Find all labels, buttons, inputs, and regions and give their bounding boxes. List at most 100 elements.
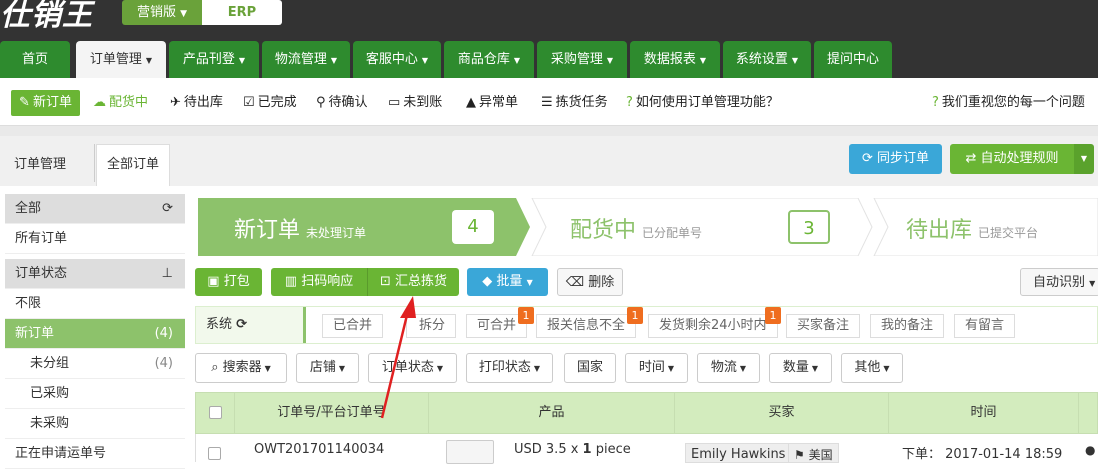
help-link[interactable]: ? 如何使用订单管理功能？ (626, 90, 779, 116)
auto-rule-label: 自动处理规则 (980, 151, 1059, 166)
refresh-icon: ⟳ (861, 151, 873, 166)
pack-button[interactable]: ▣ 打包 (195, 268, 262, 296)
dropdown-label: 时间 (638, 360, 665, 375)
step-title: 配货中 已分配单号 (570, 212, 702, 244)
searcher-dropdown[interactable]: ⌕ 搜索器 ▼ (195, 353, 287, 383)
subnav-label: 配货中 (109, 95, 149, 110)
table-row[interactable]: OWT201701140034 USD 3.5 x 1 piece Emily … (195, 434, 1098, 464)
help-label: 如何使用订单管理功能？ (635, 95, 779, 110)
sync-orders-button[interactable]: ⟳ 同步订单 (849, 144, 942, 174)
summary-picking-button[interactable]: ⊡ 汇总拣货 (367, 268, 459, 296)
nav-home[interactable]: 首页 (0, 41, 70, 78)
sidebar-item-purchased[interactable]: 已采购 (5, 379, 185, 409)
nav-label: 首页 (21, 52, 48, 67)
nav-label: 数据报表 (643, 52, 696, 67)
filter-my-note[interactable]: 我的备注 (870, 314, 945, 338)
subnav-to-ship[interactable]: ✈ 待出库 (170, 90, 223, 116)
filter-ship-24h[interactable]: 发货剩余24小时内 1 (648, 307, 781, 338)
subnav-abnormal[interactable]: ▲ 异常单 (466, 90, 518, 116)
dropdown-label: 物流 (710, 360, 737, 375)
country-dropdown[interactable]: 国家 (564, 353, 616, 383)
sidebar-item-new-order[interactable]: 新订单 (4) (5, 319, 185, 349)
dropdown-label: 搜索器 (222, 360, 262, 375)
sidebar-item-ungrouped[interactable]: 未分组 (4) (5, 349, 185, 379)
refresh-icon[interactable]: ⟳ (236, 317, 247, 332)
subnav-picking[interactable]: ☰ 拣货任务 (541, 90, 608, 116)
quantity-dropdown[interactable]: 数量 ▼ (769, 353, 832, 383)
feedback-link[interactable]: ? 我们重视您的每一个问题 (932, 90, 1098, 116)
nav-warehouse[interactable]: 商品仓库 ▼ (444, 41, 534, 78)
buyer-country: ⚑ 美国 (788, 443, 839, 463)
auto-identify-button[interactable]: 自动识别 ▼ (1020, 268, 1098, 296)
shop-dropdown[interactable]: 店铺 ▼ (296, 353, 359, 383)
filter-has-message[interactable]: 有留言 (954, 314, 1016, 338)
subnav-done[interactable]: ☑ 已完成 (243, 90, 297, 116)
subnav-new-order[interactable]: ✎ 新订单 (11, 90, 80, 116)
nav-purchasing[interactable]: 采购管理 ▼ (537, 41, 627, 78)
sidebar-item-not-purchased[interactable]: 未采购 (5, 409, 185, 439)
row-checkbox[interactable] (208, 447, 221, 460)
edition-select[interactable]: 营销版 ▼ (122, 0, 202, 25)
other-dropdown[interactable]: 其他 ▼ (841, 353, 903, 383)
nav-order-management[interactable]: 订单管理 ▼ (76, 41, 166, 78)
nav-product-listing[interactable]: 产品刊登 ▼ (169, 41, 259, 78)
delete-button[interactable]: ⌫ 删除 (557, 268, 623, 296)
product-price: USD 3.5 x 1 piece (514, 442, 631, 457)
auto-rule-dropdown[interactable]: ▼ (1074, 144, 1094, 174)
sidebar-item-unlimited[interactable]: 不限 (5, 289, 185, 319)
order-status-dropdown[interactable]: 订单状态 ▼ (368, 353, 457, 383)
select-all-cell (196, 393, 235, 433)
sidebar-item-all-orders[interactable]: 所有订单 (5, 224, 185, 254)
subnav-label: 拣货任务 (555, 95, 608, 110)
inbox-icon: ⊡ (379, 274, 391, 289)
sidebar-header-all[interactable]: 全部 ⟳ (5, 194, 185, 224)
erp-tab[interactable]: ERP (202, 0, 282, 25)
scan-response-button[interactable]: ▥ 扫码响应 (271, 268, 367, 296)
nav-logistics[interactable]: 物流管理 ▼ (262, 41, 350, 78)
logistics-dropdown[interactable]: 物流 ▼ (697, 353, 760, 383)
sidebar-label: 所有订单 (15, 231, 68, 246)
nav-settings[interactable]: 系统设置 ▼ (723, 41, 811, 78)
cloud-icon: ☁ (93, 95, 106, 110)
question-icon: ? (626, 95, 633, 110)
nav-customer-service[interactable]: 客服中心 ▼ (353, 41, 441, 78)
step-allocating[interactable]: 配货中 已分配单号 3 (532, 198, 862, 256)
tag-icon: ◆ (482, 274, 493, 289)
subnav-allocating[interactable]: ☁ 配货中 (93, 90, 148, 116)
subnav-label: 未到账 (403, 95, 443, 110)
subnav-to-confirm[interactable]: ⚲ 待确认 (316, 90, 368, 116)
order-number[interactable]: OWT201701140034 (254, 442, 384, 457)
sidebar-label: 新订单 (15, 326, 55, 341)
nav-questions[interactable]: 提问中心 (814, 41, 892, 78)
buyer-name[interactable]: Emily Hawkins (685, 443, 792, 463)
subnav-unpaid[interactable]: ▭ 未到账 (388, 90, 442, 116)
sidebar-item-applying[interactable]: 正在申请运单号 (5, 439, 185, 469)
filter-mergeable[interactable]: 可合并 1 (466, 307, 534, 338)
step-to-ship[interactable]: 待出库 已提交平台 (874, 198, 1098, 256)
chevron-down-icon: ▼ (436, 364, 444, 373)
batch-button[interactable]: ◆ 批量 ▼ (467, 268, 548, 296)
auto-rule-button[interactable]: ⇄ 自动处理规则 (950, 144, 1074, 174)
row-checkbox-cell (208, 446, 221, 461)
nav-reports[interactable]: 数据报表 ▼ (630, 41, 720, 78)
print-status-dropdown[interactable]: 打印状态 ▼ (466, 353, 553, 383)
step-new-order[interactable]: 新订单 未处理订单 4 (198, 198, 528, 256)
check-icon: ☑ (243, 95, 255, 110)
sidebar-label: 不限 (15, 296, 42, 311)
select-all-checkbox[interactable] (208, 406, 222, 419)
filter-split[interactable]: 拆分 (406, 314, 456, 338)
filter-merged[interactable]: 已合并 (322, 314, 384, 338)
sidebar-label: 未分组 (30, 356, 70, 371)
refresh-icon[interactable]: ⟳ (162, 194, 173, 224)
chevron-down-icon: ▼ (238, 56, 246, 65)
breadcrumb-parent[interactable]: 订单管理 (14, 153, 66, 172)
nav-label: 采购管理 (550, 52, 603, 67)
filter-buyer-note[interactable]: 买家备注 (786, 314, 861, 338)
filter-customs-missing[interactable]: 报关信息不全 1 (536, 307, 643, 338)
tab-all-orders[interactable]: 全部订单 (96, 144, 170, 186)
country-text: 美国 (808, 448, 833, 462)
step-title: 新订单 未处理订单 (234, 212, 366, 244)
time-dropdown[interactable]: 时间 ▼ (625, 353, 688, 383)
product-thumbnail[interactable] (446, 440, 494, 464)
dropdown-label: 数量 (782, 360, 809, 375)
